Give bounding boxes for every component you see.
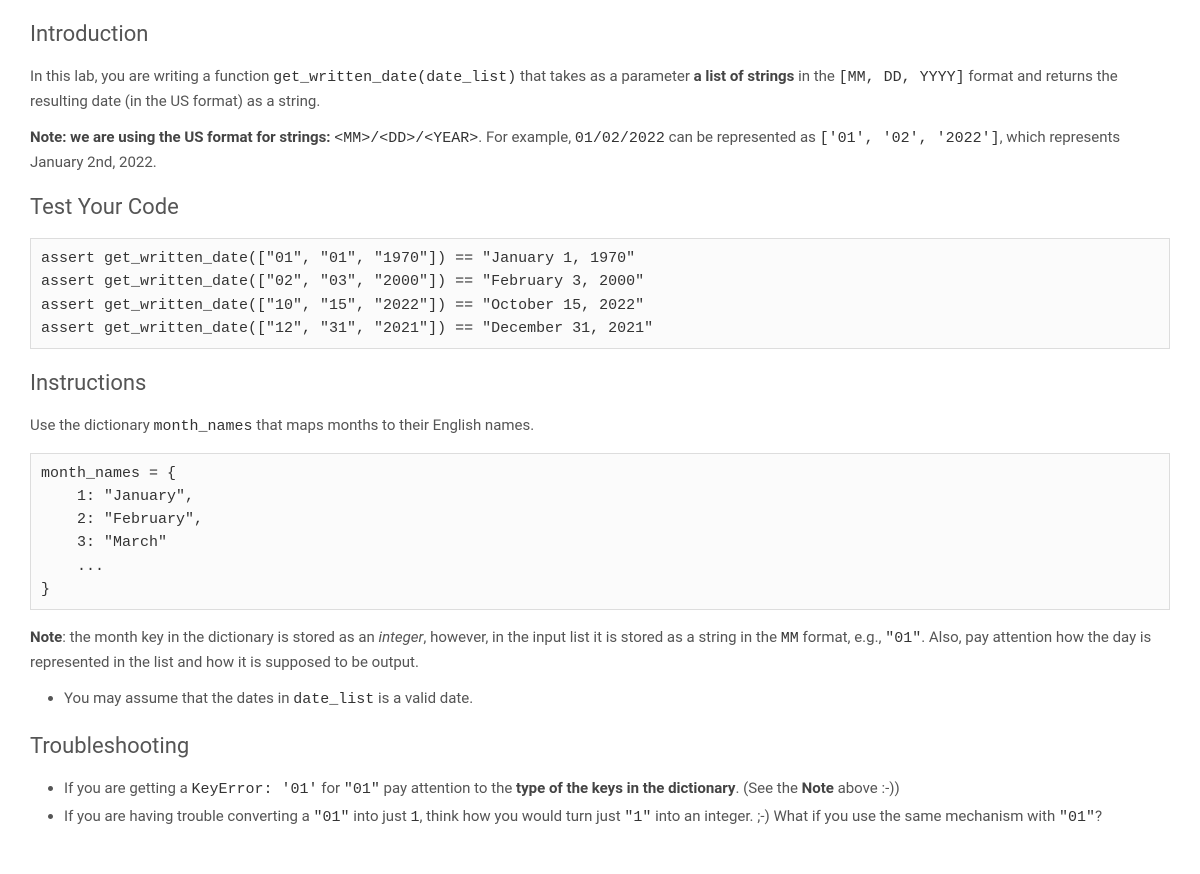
code-func-signature: get_written_date(date_list) [273, 69, 516, 86]
bold-note-ref: Note [802, 779, 834, 797]
text: in the [794, 67, 838, 85]
text: If you are having trouble converting a [64, 807, 314, 825]
text: : the month key in the dictionary is sto… [62, 628, 378, 646]
code-block-month-names: month_names = { 1: "January", 2: "Februa… [30, 453, 1170, 611]
intro-paragraph-1: In this lab, you are writing a function … [30, 65, 1170, 112]
text: format, e.g., [799, 628, 885, 646]
code-format: [MM, DD, YYYY] [839, 69, 965, 86]
text: is a valid date. [374, 689, 473, 707]
bold-type-of-keys: type of the keys in the dictionary [516, 779, 735, 797]
text: above :-)) [834, 779, 900, 797]
text: Use the dictionary [30, 416, 154, 434]
code-month-names: month_names [154, 418, 253, 435]
em-integer: integer [379, 628, 424, 646]
code-us-format: <MM>/<DD>/<YEAR> [334, 130, 478, 147]
code-01-str: "01" [314, 809, 350, 826]
code-1-str: "1" [624, 809, 651, 826]
text: . (See the [735, 779, 801, 797]
code-example-date: 01/02/2022 [575, 130, 665, 147]
code-date-list: date_list [293, 691, 374, 708]
heading-test-your-code: Test Your Code [30, 191, 1170, 224]
code-01: "01" [344, 781, 380, 798]
heading-troubleshooting: Troubleshooting [30, 730, 1170, 763]
text: , however, in the input list it is store… [423, 628, 780, 646]
text: into just [350, 807, 411, 825]
code-01-str-2: "01" [1059, 809, 1095, 826]
list-item: If you are getting a KeyError: '01' for … [64, 777, 1170, 802]
instructions-note: Note: the month key in the dictionary is… [30, 626, 1170, 673]
code-block-asserts: assert get_written_date(["01", "01", "19… [30, 238, 1170, 349]
code-keyerror: KeyError: '01' [191, 781, 317, 798]
list-item: You may assume that the dates in date_li… [64, 687, 1170, 712]
text: can be represented as [665, 128, 820, 146]
code-1-int: 1 [410, 809, 419, 826]
text: that takes as a parameter [516, 67, 693, 85]
text: into an integer. ;-) What if you use the… [651, 807, 1059, 825]
intro-paragraph-2: Note: we are using the US format for str… [30, 126, 1170, 173]
text: ? [1095, 807, 1102, 825]
heading-introduction: Introduction [30, 18, 1170, 51]
code-example-list: ['01', '02', '2022'] [820, 130, 1000, 147]
text: You may assume that the dates in [64, 689, 293, 707]
bold-note-us-format: Note: we are using the US format for str… [30, 128, 334, 146]
bold-list-of-strings: a list of strings [694, 67, 795, 85]
code-01: "01" [885, 630, 921, 647]
bold-note: Note [30, 628, 62, 646]
troubleshooting-bullets: If you are getting a KeyError: '01' for … [30, 777, 1170, 830]
instructions-paragraph-1: Use the dictionary month_names that maps… [30, 414, 1170, 439]
text: . For example, [478, 128, 575, 146]
text: In this lab, you are writing a function [30, 67, 273, 85]
text: that maps months to their English names. [253, 416, 535, 434]
list-item: If you are having trouble converting a "… [64, 805, 1170, 830]
code-mm: MM [781, 630, 799, 647]
instructions-bullets: You may assume that the dates in date_li… [30, 687, 1170, 712]
text: pay attention to the [380, 779, 516, 797]
text: , think how you would turn just [419, 807, 624, 825]
heading-instructions: Instructions [30, 367, 1170, 400]
text: for [318, 779, 344, 797]
text: If you are getting a [64, 779, 191, 797]
